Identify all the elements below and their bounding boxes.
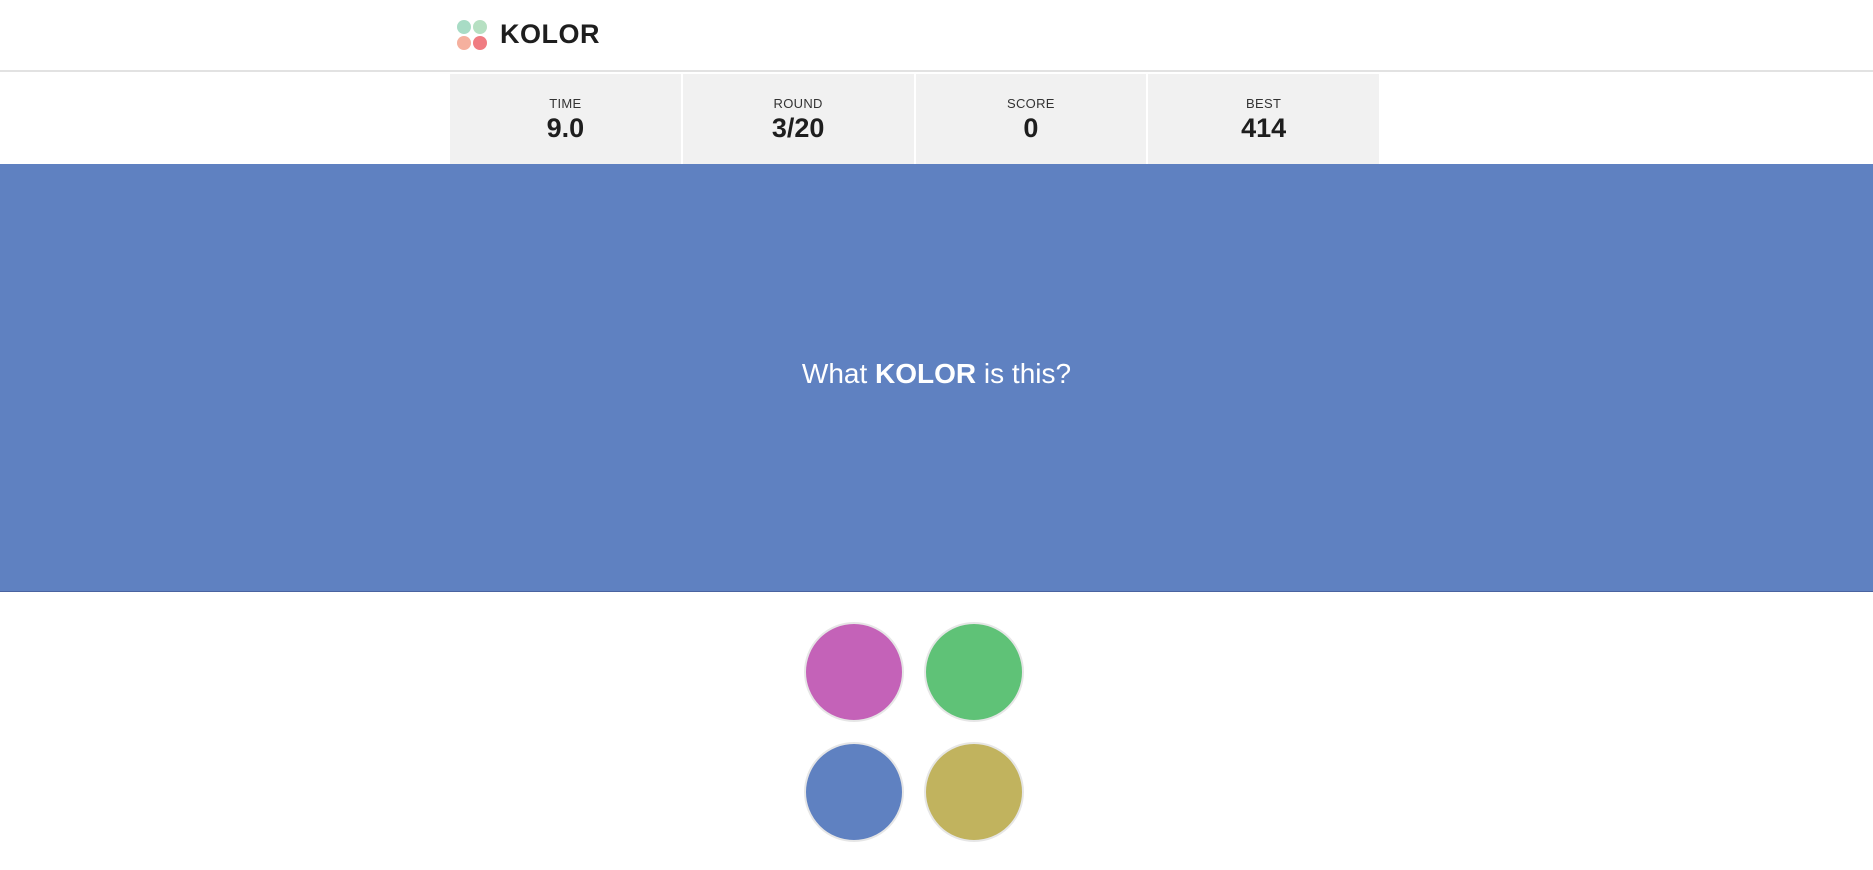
stat-value: 0 [1023,113,1039,143]
stat-round: ROUND 3/20 [682,74,914,164]
question-text: What KOLOR is this? [0,358,1873,390]
color-choices [804,622,1024,842]
app-header: KOLOR [0,0,1873,72]
color-choice-blue[interactable] [804,742,904,842]
color-choice-olive[interactable] [924,742,1024,842]
logo-dot [473,36,487,50]
stat-label: TIME [549,96,582,111]
stat-value: 3/20 [771,113,825,143]
stat-value: 9.0 [546,113,585,143]
question-suffix: is this? [976,358,1072,389]
stats-bar: TIME 9.0 ROUND 3/20 SCORE 0 BEST 414 [450,74,1379,164]
stat-label: SCORE [1007,96,1055,111]
app-title: KOLOR [500,18,600,49]
stat-label: ROUND [773,96,823,111]
question-keyword: KOLOR [875,358,977,389]
stat-value: 414 [1241,113,1287,143]
stat-time: TIME 9.0 [450,74,681,164]
color-choice-green[interactable] [924,622,1024,722]
target-color-panel: What KOLOR is this? [0,164,1873,592]
logo-dots-icon [455,18,487,50]
app-logo[interactable]: KOLOR [455,18,600,50]
question-prefix: What [801,358,876,389]
logo-dot [457,20,471,34]
stat-best: BEST 414 [1148,74,1379,164]
stat-label: BEST [1246,96,1282,111]
logo-dot [473,20,487,34]
logo-dot [457,36,471,50]
color-choice-magenta[interactable] [804,622,904,722]
stat-score: SCORE 0 [915,74,1147,164]
